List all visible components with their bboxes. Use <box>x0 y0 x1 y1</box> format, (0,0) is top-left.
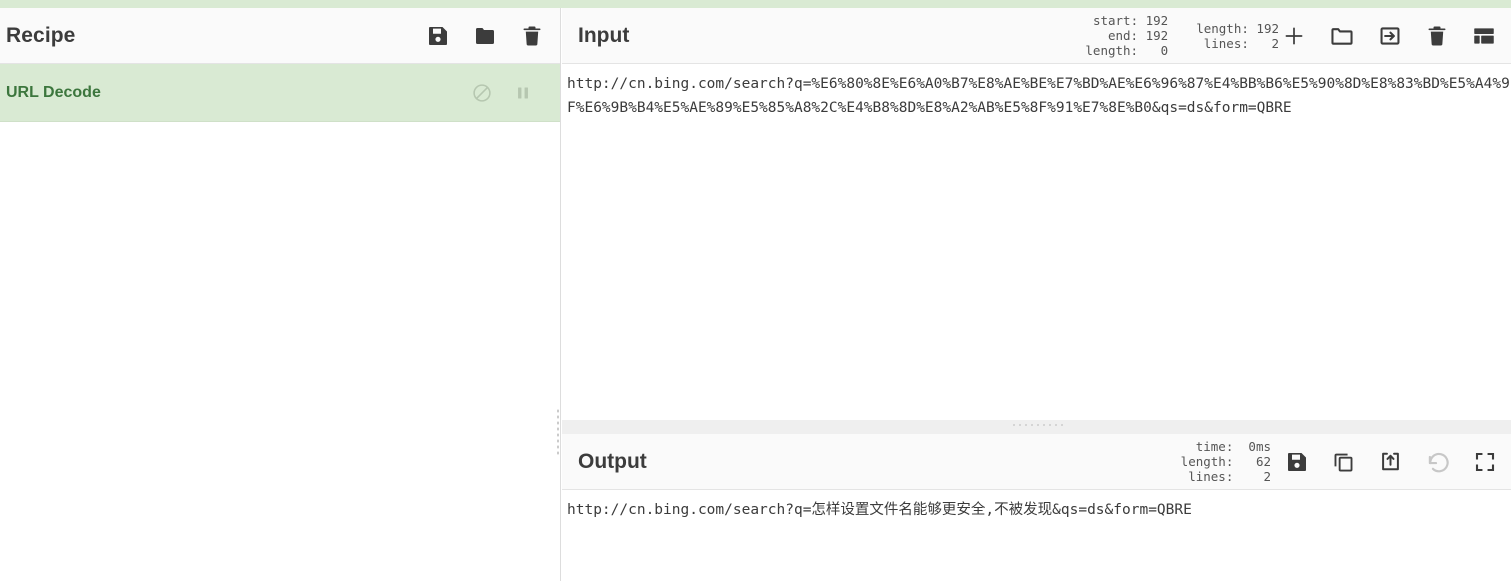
folder-icon[interactable] <box>473 24 497 48</box>
input-textarea[interactable]: http://cn.bing.com/search?q=%E6%80%8E%E6… <box>562 64 1511 418</box>
pause-icon[interactable] <box>512 82 534 104</box>
output-title-bar: Output time: 0ms length: 62 lines: 2 <box>562 434 1511 490</box>
input-sel-length-stat: length: <box>1085 43 1139 58</box>
output-stat-block: time: 0ms length: 62 lines: 2 <box>1181 439 1271 484</box>
input-output-splitter-grip[interactable] <box>1010 423 1063 428</box>
output-pane: Output time: 0ms length: 62 lines: 2 htt… <box>562 434 1511 581</box>
input-start-stat: start: <box>1092 13 1139 28</box>
input-start-value: 192 <box>1145 13 1169 28</box>
recipe-operation-list[interactable] <box>0 122 560 582</box>
input-selection-stats: start: 192 end: 192 length: 0 <box>1085 13 1168 58</box>
recipe-actions <box>426 8 544 63</box>
input-actions <box>1281 8 1497 63</box>
input-title: Input <box>578 23 630 47</box>
fullscreen-icon[interactable] <box>1473 450 1497 474</box>
trash-icon[interactable] <box>1425 24 1449 48</box>
panel-layout-icon[interactable] <box>1471 23 1497 49</box>
output-actions <box>1285 434 1497 489</box>
output-time-value: 0ms <box>1248 439 1271 454</box>
recipe-title-bar: Recipe <box>0 8 560 64</box>
input-title-bar: Input start: 192 end: 192 length: 0 length… <box>562 8 1511 64</box>
trash-icon[interactable] <box>520 24 544 48</box>
operation-title: URL Decode <box>6 83 101 101</box>
top-accent-strip <box>0 0 1511 8</box>
output-length-stat: length: <box>1180 454 1234 469</box>
input-content-stats: length: 192 lines: 2 <box>1196 21 1279 51</box>
save-icon[interactable] <box>426 24 450 48</box>
input-sel-length-value: 0 <box>1160 43 1169 58</box>
operation-controls <box>471 64 534 122</box>
disable-icon[interactable] <box>471 82 493 104</box>
plus-icon[interactable] <box>1281 23 1307 49</box>
input-end-value: 192 <box>1145 28 1169 43</box>
open-in-new-icon[interactable] <box>1378 449 1403 474</box>
output-time-stat: time: <box>1195 439 1234 454</box>
input-length-value: 192 <box>1256 20 1279 36</box>
recipe-operation-url-decode[interactable]: URL Decode <box>0 64 560 122</box>
output-stats: time: 0ms length: 62 lines: 2 <box>1181 434 1271 489</box>
input-length-stat: length: <box>1196 20 1249 36</box>
output-title: Output <box>578 449 647 473</box>
copy-icon[interactable] <box>1331 449 1356 474</box>
undo-icon[interactable] <box>1425 449 1451 475</box>
recipe-io-splitter-grip[interactable] <box>556 408 561 456</box>
input-pane: Input start: 192 end: 192 length: 0 length… <box>562 8 1511 420</box>
input-lines-stat: lines: <box>1203 35 1249 51</box>
recipe-pane: Recipe URL Decode <box>0 8 561 582</box>
recipe-title: Recipe <box>6 23 76 47</box>
output-textarea[interactable]: http://cn.bing.com/search?q=怎样设置文件名能够更安全… <box>562 490 1511 586</box>
save-icon[interactable] <box>1285 450 1309 474</box>
output-length-value: 62 <box>1255 454 1271 469</box>
input-lines-value: 2 <box>1271 35 1279 51</box>
input-stats: start: 192 end: 192 length: 0 length: 192 l… <box>1085 8 1279 63</box>
arrow-into-box-icon[interactable] <box>1377 23 1403 49</box>
output-lines-stat: lines: <box>1188 469 1234 484</box>
cyberchef-app: Recipe URL Decode Input start: 192 end: … <box>0 0 1511 582</box>
output-lines-value: 2 <box>1263 469 1271 484</box>
input-end-stat: end: <box>1107 28 1139 43</box>
input-output-splitter[interactable] <box>562 420 1511 434</box>
folder-open-icon[interactable] <box>1329 23 1355 49</box>
